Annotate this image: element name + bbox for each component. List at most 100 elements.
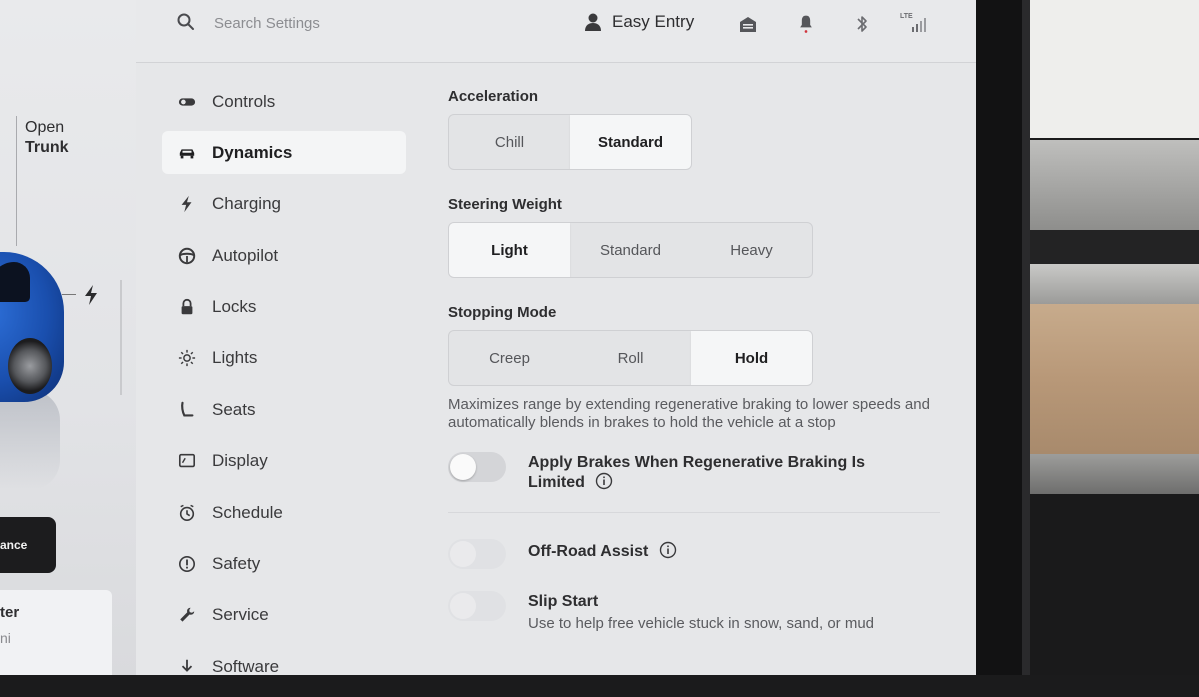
off-road-assist-toggle[interactable]: [448, 539, 506, 569]
stopping-option-hold[interactable]: Hold: [691, 331, 812, 385]
steering-weight-label: Steering Weight: [448, 196, 562, 213]
person-icon: [585, 13, 601, 31]
steering-wheel-icon: [176, 245, 198, 267]
sidebar-item-schedule[interactable]: Schedule: [162, 491, 406, 534]
car-window: [0, 262, 30, 302]
toggle-knob: [450, 541, 476, 567]
car-icon: [176, 142, 198, 164]
car-reflection: [0, 390, 60, 490]
search-icon[interactable]: [176, 12, 196, 32]
steering-weight-selector: Light Standard Heavy: [448, 222, 813, 278]
apply-brakes-label: Apply Brakes When Regenerative Braking I…: [528, 454, 865, 491]
sidebar-item-label: Seats: [212, 399, 256, 419]
wrench-icon: [176, 604, 198, 626]
settings-screen: Easy Entry LTE Controls: [136, 0, 976, 676]
sidebar-item-locks[interactable]: Locks: [162, 286, 406, 329]
charge-port-bolt-icon[interactable]: [82, 284, 100, 306]
slip-start-row: Slip Start Use to help free vehicle stuc…: [448, 591, 948, 633]
sidebar-item-label: Software: [212, 656, 280, 676]
sidebar-item-label: Locks: [212, 297, 257, 317]
clock-icon: [176, 502, 198, 524]
slip-start-toggle[interactable]: [448, 591, 506, 621]
sidebar-item-label: Schedule: [212, 502, 283, 522]
profile-name: Easy Entry: [612, 12, 695, 31]
sidebar-item-label: Safety: [212, 554, 261, 574]
off-road-assist-label: Off-Road Assist: [528, 543, 649, 560]
sidebar-item-charging[interactable]: Charging: [162, 183, 406, 226]
driver-profile-button[interactable]: Easy Entry: [584, 12, 694, 32]
sidebar-item-software[interactable]: Software: [162, 645, 406, 688]
sidebar-item-controls[interactable]: Controls: [162, 80, 406, 123]
top-bar: Easy Entry LTE: [136, 0, 976, 63]
bottom-card-title: ter: [0, 604, 20, 621]
sun-icon: [176, 347, 198, 369]
stopping-mode-description: Maximizes range by extending regenerativ…: [448, 396, 930, 431]
car-interior-background: [1030, 0, 1199, 675]
bottom-card-subtitle: ni: [0, 630, 11, 646]
stopping-option-roll[interactable]: Roll: [570, 331, 691, 385]
open-trunk-line2: Trunk: [25, 139, 69, 156]
acceleration-selector: Chill Standard: [448, 114, 692, 170]
display-icon: [176, 450, 198, 472]
bottom-card[interactable]: ter ni: [0, 590, 112, 675]
interior-wood-panel: [1030, 304, 1199, 454]
slip-start-label: Slip Start: [528, 593, 599, 610]
alert-circle-icon: [176, 553, 198, 575]
car-wheel: [8, 338, 52, 394]
bell-icon[interactable]: [796, 14, 816, 34]
lock-icon: [176, 296, 198, 318]
slip-start-description: Use to help free vehicle stuck in snow, …: [528, 615, 875, 632]
sidebar-item-autopilot[interactable]: Autopilot: [162, 234, 406, 277]
sidebar-item-display[interactable]: Display: [162, 440, 406, 483]
sidebar-item-label: Display: [212, 451, 268, 471]
info-icon[interactable]: [595, 472, 613, 490]
interior-trim-lower: [1030, 264, 1199, 304]
info-icon[interactable]: [659, 541, 677, 559]
screen-bezel: [976, 0, 1028, 675]
sidebar-item-label: Controls: [212, 91, 276, 111]
sidebar-item-seats[interactable]: Seats: [162, 388, 406, 431]
steering-option-light[interactable]: Light: [449, 223, 570, 277]
stopping-mode-label: Stopping Mode: [448, 304, 557, 321]
notification-dot: [804, 30, 808, 33]
sidebar-item-label: Charging: [212, 194, 281, 214]
sidebar-item-lights[interactable]: Lights: [162, 337, 406, 380]
charge-port-line: [62, 294, 76, 295]
interior-trim: [1030, 140, 1199, 230]
stopping-option-creep[interactable]: Creep: [449, 331, 570, 385]
acceleration-option-standard[interactable]: Standard: [570, 115, 691, 169]
settings-sidebar: Controls Dynamics Charging Autopilot Loc…: [162, 80, 406, 697]
bolt-icon: [176, 193, 198, 215]
open-trunk-line1: Open: [25, 119, 65, 136]
interior-vent: [1030, 230, 1199, 264]
dark-action-button[interactable]: ance: [0, 517, 56, 573]
apply-brakes-label-wrap: Apply Brakes When Regenerative Braking I…: [528, 454, 888, 492]
sidebar-item-label: Autopilot: [212, 245, 279, 265]
sidebar-item-dynamics[interactable]: Dynamics: [162, 131, 406, 175]
scroll-indicator: [120, 280, 122, 395]
download-icon: [176, 656, 198, 678]
dynamics-settings: Acceleration Chill Standard Steering Wei…: [448, 88, 948, 647]
toggle-icon: [176, 91, 198, 113]
bezel-edge: [1022, 0, 1030, 675]
sidebar-item-service[interactable]: Service: [162, 594, 406, 637]
steering-option-standard[interactable]: Standard: [570, 223, 691, 277]
seat-icon: [176, 399, 198, 421]
sidebar-item-safety[interactable]: Safety: [162, 543, 406, 586]
stopping-mode-selector: Creep Roll Hold: [448, 330, 813, 386]
bluetooth-icon[interactable]: [852, 14, 872, 34]
off-road-assist-row: Off-Road Assist: [448, 539, 948, 569]
sidebar-item-label: Service: [212, 605, 269, 625]
open-trunk-button[interactable]: Open Trunk: [25, 118, 69, 158]
acceleration-option-chill[interactable]: Chill: [449, 115, 570, 169]
slip-start-label-wrap: Slip Start Use to help free vehicle stuc…: [528, 593, 888, 633]
interior-window: [1030, 0, 1199, 138]
garage-icon[interactable]: [738, 14, 758, 34]
divider: [16, 116, 17, 246]
search-input[interactable]: [212, 10, 496, 36]
steering-option-heavy[interactable]: Heavy: [691, 223, 812, 277]
apply-brakes-toggle[interactable]: [448, 452, 506, 482]
dark-action-label: ance: [0, 538, 28, 552]
apply-brakes-row: Apply Brakes When Regenerative Braking I…: [448, 452, 948, 492]
acceleration-label: Acceleration: [448, 88, 539, 105]
